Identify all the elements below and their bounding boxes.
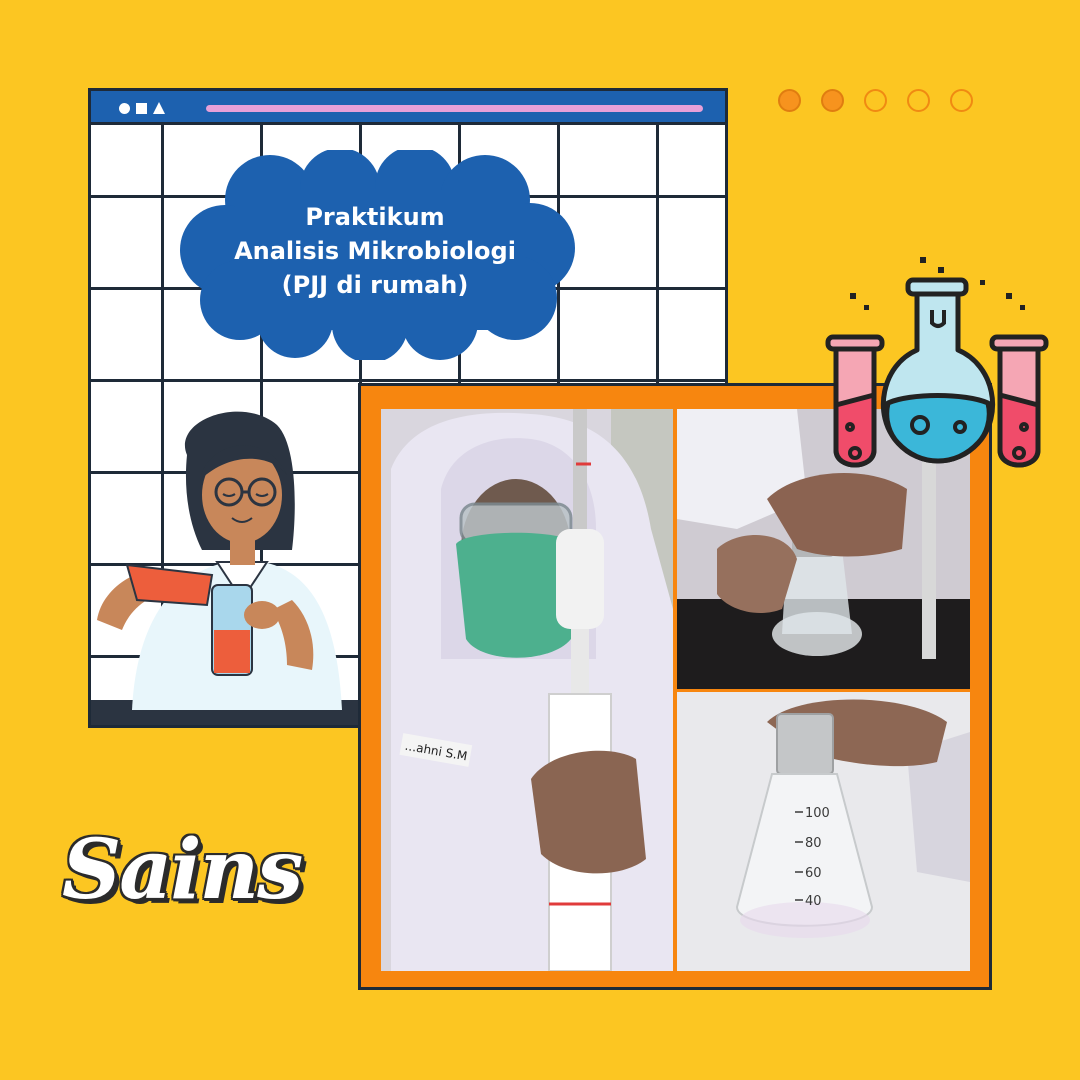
address-bar xyxy=(206,105,703,112)
circle-icon xyxy=(119,103,130,114)
dot-5 xyxy=(950,89,973,112)
dot-4 xyxy=(907,89,930,112)
title-line-1: Praktikum xyxy=(305,203,445,231)
photo-student-with-apparatus: ...ahni S.M xyxy=(381,409,673,971)
title-line-3: (PJJ di rumah) xyxy=(281,271,469,299)
dot-2 xyxy=(821,89,844,112)
browser-title-bar xyxy=(91,91,725,125)
flask-mark-80: 80 xyxy=(805,836,822,851)
sains-label: Sains xyxy=(62,822,303,918)
square-icon xyxy=(136,103,147,114)
triangle-icon xyxy=(153,102,165,114)
flask-test-tubes-icon xyxy=(825,257,1049,468)
flask-mark-60: 60 xyxy=(805,866,822,881)
page-title: Praktikum Analisis Mikrobiologi (PJJ di … xyxy=(175,200,575,302)
decorative-dots xyxy=(778,89,973,112)
title-line-2: Analisis Mikrobiologi xyxy=(234,237,516,265)
flask-mark-40: 40 xyxy=(805,894,822,909)
flask-mark-100: 100 xyxy=(805,806,830,821)
scientist-illustration xyxy=(97,411,342,710)
dot-1 xyxy=(778,89,801,112)
photo-graduated-flask: 100 80 60 40 xyxy=(677,692,970,971)
dot-3 xyxy=(864,89,887,112)
